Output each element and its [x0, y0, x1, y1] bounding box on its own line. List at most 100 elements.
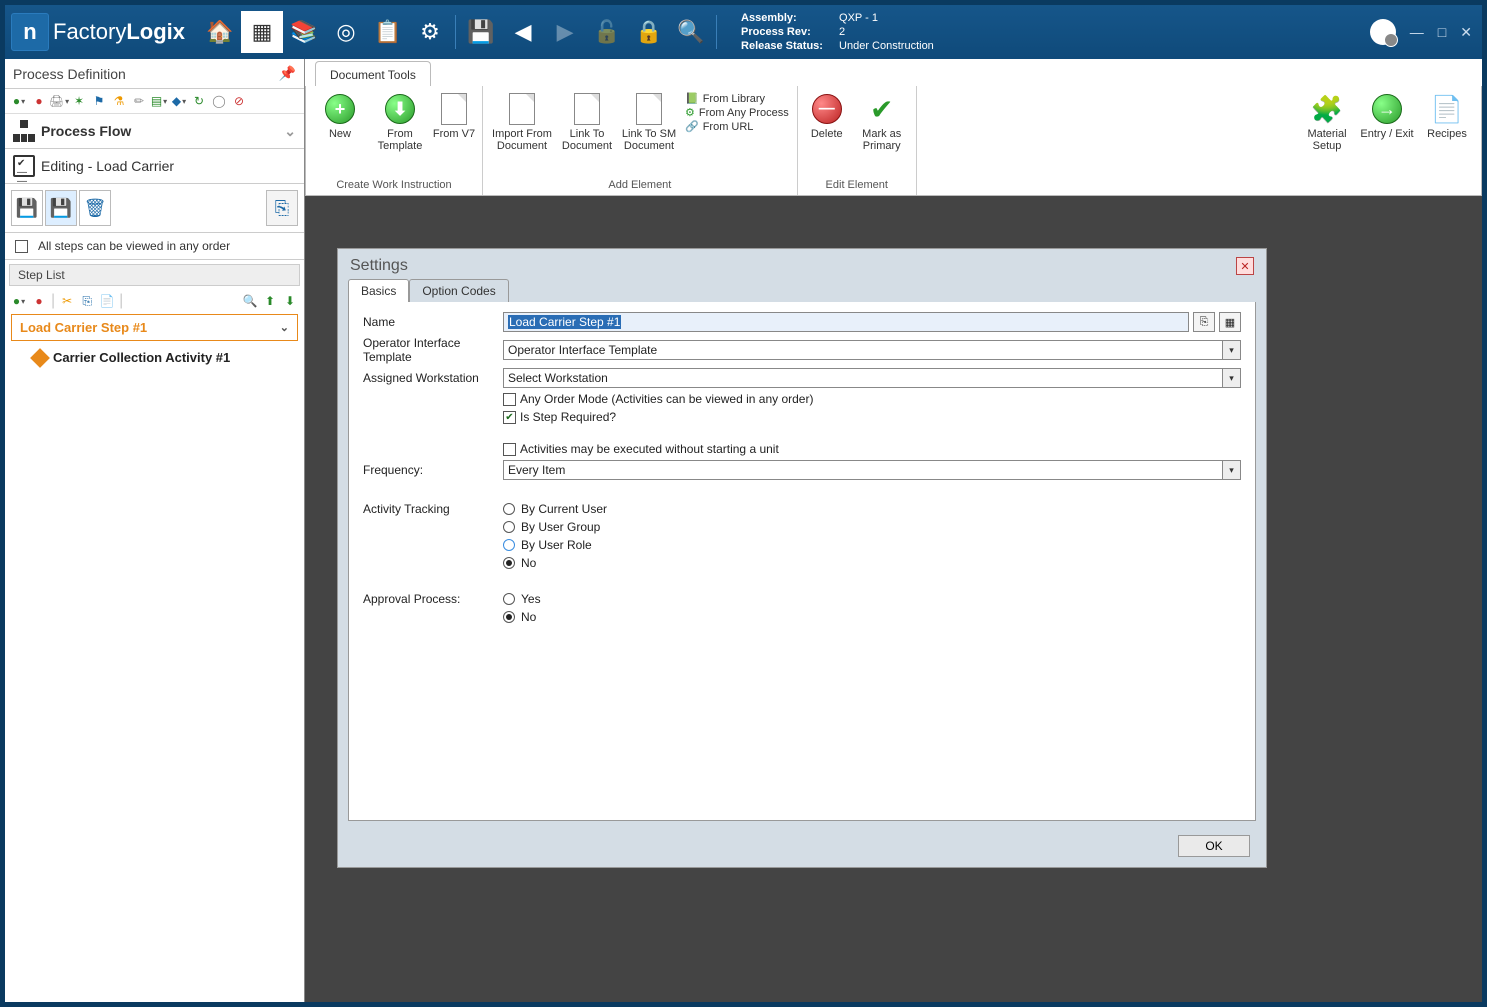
frequency-label: Frequency: [363, 463, 503, 477]
paste-icon[interactable]: 📄 [99, 293, 115, 309]
ribbon-group-label: Create Work Instruction [312, 177, 476, 193]
entry-exit-button[interactable]: →Entry / Exit [1359, 90, 1415, 177]
material-setup-button[interactable]: 🧩Material Setup [1299, 90, 1355, 177]
copy-name-button[interactable]: ⎘ [1193, 312, 1215, 332]
gear-icon[interactable]: ⚙ [409, 11, 451, 53]
up-icon[interactable]: ⬆ [262, 293, 278, 309]
from-url-button[interactable]: 🔗From URL [685, 120, 789, 133]
save-icon[interactable]: 💾 [460, 11, 502, 53]
template-label: Operator Interface Template [363, 336, 503, 364]
maximize-button[interactable]: □ [1438, 24, 1446, 40]
any-order-row[interactable]: All steps can be viewed in any order [5, 233, 304, 260]
cube-icon[interactable]: ◆ [171, 93, 187, 109]
circle-icon[interactable]: ◯ [211, 93, 227, 109]
link-sm-button[interactable]: Link To SM Document [619, 90, 679, 177]
left-panel: Process Definition 📌 ● ● 🖨 ✶ ⚑ ⚗ ✏ ▤ ◆ ↻… [5, 59, 305, 1002]
wand-icon[interactable]: ✏ [131, 93, 147, 109]
close-icon[interactable]: ✕ [1236, 257, 1254, 275]
approval-label: Approval Process: [363, 592, 503, 606]
edit-name-button[interactable]: ▦ [1219, 312, 1241, 332]
process-flow-header[interactable]: Process Flow ⌄ [5, 114, 304, 149]
refresh-icon[interactable]: ↻ [191, 93, 207, 109]
back-icon[interactable]: ◀ [502, 11, 544, 53]
dropdown-icon[interactable]: ▾ [1223, 460, 1241, 480]
checkbox-icon[interactable] [15, 240, 28, 253]
ribbon-tab[interactable]: Document Tools [315, 61, 431, 86]
link-icon[interactable]: ✶ [71, 93, 87, 109]
workstation-label: Assigned Workstation [363, 371, 503, 385]
tab-basics[interactable]: Basics [348, 279, 409, 302]
target-icon[interactable]: ◎ [325, 11, 367, 53]
save-as-button[interactable]: 💾 [45, 190, 77, 226]
no-start-checkbox[interactable] [503, 443, 516, 456]
tracking-no-radio[interactable] [503, 557, 515, 569]
inspect-icon[interactable]: 🔍 [670, 11, 712, 53]
discard-button[interactable]: 🗑 [79, 190, 111, 226]
copy-icon[interactable]: ⎘ [79, 293, 95, 309]
any-order-checkbox[interactable] [503, 393, 516, 406]
home-icon[interactable]: 🏠 [199, 11, 241, 53]
print-icon[interactable]: 🖨 [51, 93, 67, 109]
user-icon[interactable] [1370, 19, 1396, 45]
from-any-button[interactable]: ⚙From Any Process [685, 106, 789, 119]
approval-no-radio[interactable] [503, 611, 515, 623]
add-step-icon[interactable]: ● [11, 293, 27, 309]
clipboard-icon[interactable]: 📋 [367, 11, 409, 53]
approval-yes-label: Yes [521, 592, 541, 606]
save-button[interactable]: 💾 [11, 190, 43, 226]
dropdown-icon[interactable]: ▾ [1223, 368, 1241, 388]
grid-icon[interactable]: ▦ [241, 11, 283, 53]
recipes-button[interactable]: 📄Recipes [1419, 90, 1475, 177]
template-select[interactable]: Operator Interface Template [503, 340, 1223, 360]
expand-icon[interactable]: 🔍 [242, 293, 258, 309]
tracking-user-label: By Current User [521, 502, 607, 516]
exit-button[interactable]: ⎘ [266, 190, 298, 226]
settings-dialog: Settings ✕ Basics Option Codes Name Load… [337, 248, 1267, 868]
dropdown-icon[interactable]: ▾ [1223, 340, 1241, 360]
step-item-selected[interactable]: Load Carrier Step #1 ⌄ [11, 314, 298, 341]
workstation-select[interactable]: Select Workstation [503, 368, 1223, 388]
from-template-button[interactable]: ⬇From Template [372, 90, 428, 177]
delete-step-icon[interactable]: ● [31, 293, 47, 309]
sheet-icon[interactable]: ▤ [151, 93, 167, 109]
lock-icon[interactable]: 🔒 [628, 11, 670, 53]
required-checkbox[interactable]: ✔ [503, 411, 516, 424]
tab-option-codes[interactable]: Option Codes [409, 279, 508, 302]
forward-icon: ▶ [544, 11, 586, 53]
from-v7-button[interactable]: From V7 [432, 90, 476, 177]
bottle-icon[interactable]: ⚗ [111, 93, 127, 109]
tracking-group-radio[interactable] [503, 521, 515, 533]
chevron-down-icon: ⌄ [284, 123, 296, 140]
approval-no-label: No [521, 610, 536, 624]
title-bar: n FactoryLogix 🏠 ▦ 📚 ◎ 📋 ⚙ 💾 ◀ ▶ 🔓 🔒 🔍 A… [5, 5, 1482, 59]
new-button[interactable]: +New [312, 90, 368, 177]
layers-icon[interactable]: 📚 [283, 11, 325, 53]
delete-button[interactable]: —Delete [804, 90, 850, 177]
cut-icon[interactable]: ✂ [59, 293, 75, 309]
add-icon[interactable]: ● [11, 93, 27, 109]
stage: Settings ✕ Basics Option Codes Name Load… [307, 198, 1480, 1000]
tracking-user-radio[interactable] [503, 503, 515, 515]
import-doc-button[interactable]: Import From Document [489, 90, 555, 177]
ok-button[interactable]: OK [1178, 835, 1250, 857]
minimize-button[interactable]: — [1410, 24, 1424, 40]
approval-yes-radio[interactable] [503, 593, 515, 605]
mark-primary-button[interactable]: ✔Mark as Primary [854, 90, 910, 177]
link-doc-button[interactable]: Link To Document [559, 90, 615, 177]
activity-item[interactable]: Carrier Collection Activity #1 [11, 345, 298, 370]
close-button[interactable]: ✕ [1460, 24, 1472, 41]
stop-icon[interactable]: ⊘ [231, 93, 247, 109]
chevron-down-icon[interactable]: ⌄ [280, 321, 289, 334]
tracking-role-radio[interactable] [503, 539, 515, 551]
frequency-select[interactable]: Every Item [503, 460, 1223, 480]
down-icon[interactable]: ⬇ [282, 293, 298, 309]
any-order-label: Any Order Mode (Activities can be viewed… [520, 392, 813, 406]
name-input[interactable]: Load Carrier Step #1 [503, 312, 1189, 332]
dialog-body: Name Load Carrier Step #1 ⎘ ▦ Operator I… [348, 302, 1256, 821]
pin-icon[interactable]: 📌 [279, 65, 296, 82]
tool-icon[interactable]: ⚑ [91, 93, 107, 109]
ribbon-group-label: Edit Element [804, 177, 910, 193]
from-library-button[interactable]: 📗From Library [685, 92, 789, 105]
required-label: Is Step Required? [520, 410, 616, 424]
remove-icon[interactable]: ● [31, 93, 47, 109]
